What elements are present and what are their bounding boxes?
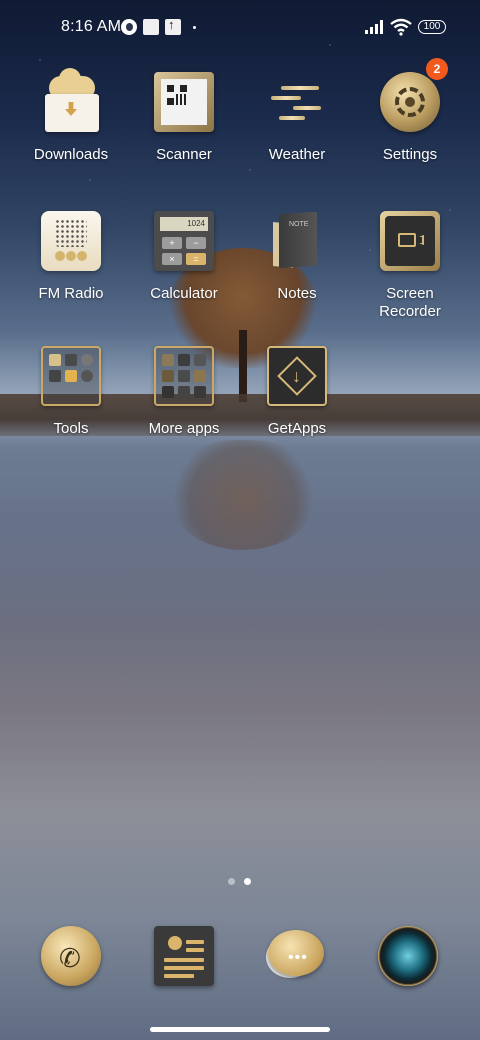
contact-avatar-icon (168, 936, 182, 950)
app-label-screen-recorder: Screen Recorder (379, 285, 441, 320)
status-bar: 8:16 AM 100 (0, 0, 480, 56)
more-apps-folder-icon (154, 346, 214, 406)
video-camera-icon (380, 211, 440, 271)
folder-tools[interactable]: Tools (15, 346, 127, 438)
app-getapps[interactable]: ↓ GetApps (241, 346, 353, 438)
folder-more-apps[interactable]: More apps (128, 346, 240, 438)
dock-contacts[interactable] (154, 926, 214, 986)
notification-square-icon (143, 19, 159, 35)
wallpaper-reflection (168, 440, 318, 550)
typing-dots-icon: ••• (288, 949, 308, 966)
app-label-settings: Settings (382, 146, 438, 163)
app-label-getapps: GetApps (267, 420, 327, 437)
download-arrow-icon: ↓ (267, 346, 327, 406)
app-screen-recorder[interactable]: Screen Recorder (354, 211, 466, 321)
app-label-weather: Weather (268, 146, 326, 163)
home-screen: 8:16 AM 100 Downloads Scanner (0, 0, 480, 1040)
app-settings[interactable]: 2 Settings (354, 58, 466, 164)
notification-app-icon (121, 19, 137, 35)
gear-icon: 2 (380, 58, 448, 132)
app-label-downloads: Downloads (33, 146, 109, 163)
app-label-calculator: Calculator (150, 285, 218, 302)
notification-badge: 2 (426, 58, 448, 80)
signal-strength-icon (365, 20, 385, 34)
upload-notification-icon (165, 17, 181, 35)
folder-label-more-apps: More apps (148, 420, 220, 437)
page-dot-1[interactable] (228, 878, 235, 885)
dock-messaging[interactable]: ••• (266, 926, 326, 986)
dock-phone[interactable]: ✆ (41, 926, 101, 986)
notes-cover-text: NOTE (289, 221, 309, 228)
page-dot-2-active[interactable] (244, 878, 251, 885)
app-label-notes: Notes (277, 285, 317, 302)
status-time: 8:16 AM (61, 18, 122, 35)
weather-wind-icon (267, 72, 327, 132)
notebook-icon: NOTE (267, 211, 327, 271)
app-calculator[interactable]: 1024 + − × = Calculator (128, 211, 240, 303)
folder-label-tools: Tools (53, 420, 89, 437)
app-weather[interactable]: Weather (241, 72, 353, 164)
battery-indicator: 100 (418, 20, 446, 34)
radio-icon (41, 211, 101, 271)
qr-scanner-icon (154, 72, 214, 132)
more-notifications-dot-icon (193, 26, 196, 29)
dock-camera[interactable] (378, 926, 438, 986)
phone-handset-icon: ✆ (59, 943, 81, 973)
app-scanner[interactable]: Scanner (128, 72, 240, 164)
app-fm-radio[interactable]: FM Radio (15, 211, 127, 303)
app-notes[interactable]: NOTE Notes (241, 211, 353, 303)
calculator-icon: 1024 + − × = (154, 211, 214, 271)
home-gesture-bar[interactable] (150, 1027, 330, 1032)
wifi-icon (390, 18, 412, 36)
downloads-icon (41, 68, 101, 132)
app-label-fm-radio: FM Radio (38, 285, 104, 302)
tools-folder-icon (41, 346, 101, 406)
app-downloads[interactable]: Downloads (15, 68, 127, 164)
page-indicator[interactable] (226, 878, 266, 888)
calculator-display: 1024 (160, 217, 208, 231)
app-label-scanner: Scanner (156, 146, 212, 163)
